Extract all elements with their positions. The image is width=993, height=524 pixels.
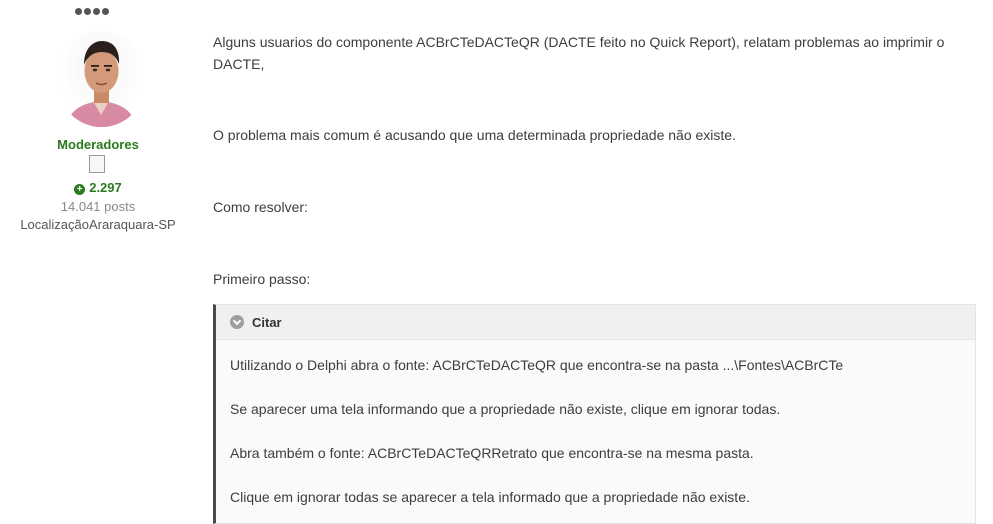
rank-dot <box>102 8 109 15</box>
quote-header[interactable]: Citar <box>216 305 975 340</box>
reputation: +2.297 <box>0 180 196 195</box>
rank-dot <box>84 8 91 15</box>
location: LocalizaçãoAraraquara-SP <box>20 217 176 232</box>
post-paragraph: Como resolver: <box>213 199 308 215</box>
reputation-value: 2.297 <box>89 180 122 195</box>
avatar[interactable] <box>59 31 144 127</box>
quote-line: Abra também o fonte: ACBrCTeDACTeQRRetra… <box>230 445 754 461</box>
quote-line: Clique em ignorar todas se aparecer a te… <box>230 489 750 505</box>
post-paragraph: Alguns usuarios do componente ACBrCTeDAC… <box>213 34 945 72</box>
quote-line: Se aparecer uma tela informando que a pr… <box>230 401 781 417</box>
author-panel: Moderadores +2.297 14.041 posts Localiza… <box>0 0 196 512</box>
post-paragraph: O problema mais comum é acusando que uma… <box>213 127 736 143</box>
post-paragraph: Primeiro passo: <box>213 271 311 287</box>
quote-title: Citar <box>252 314 282 330</box>
rank-dots <box>75 8 109 15</box>
group-name: Moderadores <box>57 137 139 152</box>
post-count: 14.041 posts <box>60 199 136 214</box>
chevron-down-icon[interactable] <box>230 315 244 329</box>
group-badge-image <box>89 155 105 173</box>
quote-line: Utilizando o Delphi abra o fonte: ACBrCT… <box>230 357 844 373</box>
quote-block: Citar Utilizando o Delphi abra o fonte: … <box>213 304 976 524</box>
plus-icon: + <box>74 184 86 195</box>
rank-dot <box>93 8 100 15</box>
rank-dot <box>75 8 82 15</box>
